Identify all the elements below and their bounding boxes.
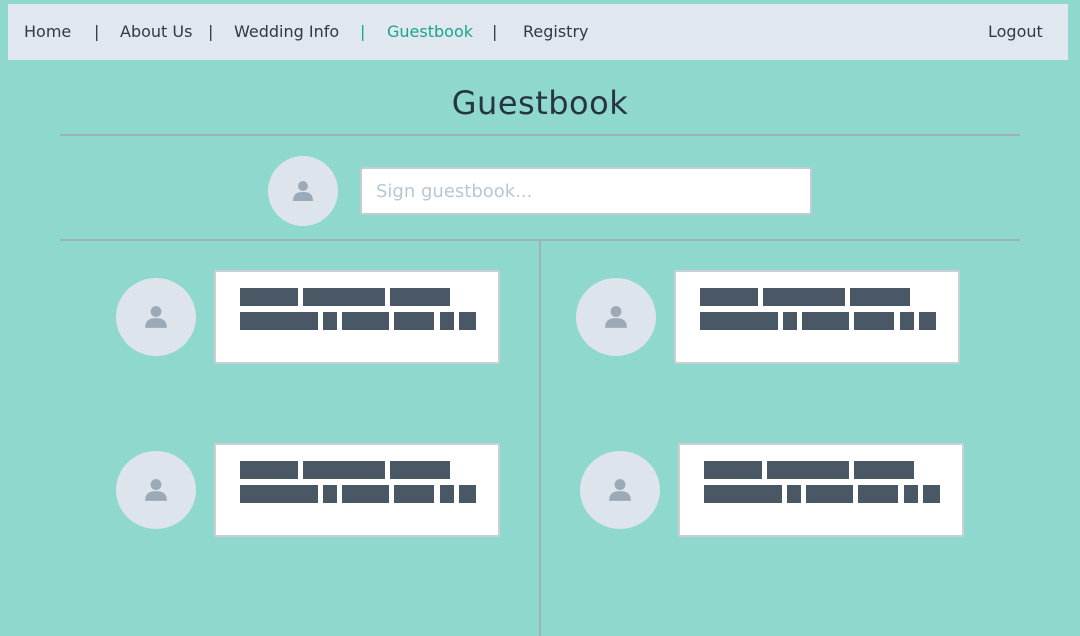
sign-guestbook-input[interactable] [360, 167, 812, 215]
guestbook-entry-card [214, 443, 500, 537]
nav-separator: | [208, 22, 214, 41]
guestbook-entry-card [214, 270, 500, 364]
redacted-text [704, 485, 782, 503]
redacted-text [303, 288, 385, 306]
user-icon [293, 181, 313, 201]
user-icon [145, 479, 167, 501]
redacted-text [240, 312, 318, 330]
redacted-text [854, 312, 894, 330]
redacted-text [390, 288, 450, 306]
redacted-text [787, 485, 801, 503]
redacted-text [240, 288, 298, 306]
redacted-text [342, 485, 389, 503]
redacted-text [767, 461, 849, 479]
nav-separator: | [94, 22, 100, 41]
redacted-text [802, 312, 849, 330]
logout-link[interactable]: Logout [988, 22, 1043, 41]
column-divider [539, 241, 541, 636]
redacted-text [440, 485, 454, 503]
entry-avatar [116, 451, 196, 529]
redacted-text [900, 312, 914, 330]
nav-guestbook[interactable]: Guestbook [387, 22, 473, 41]
nav-wedding-info[interactable]: Wedding Info [234, 22, 339, 41]
redacted-text [240, 461, 298, 479]
nav-separator: | [360, 22, 366, 41]
redacted-text [323, 312, 337, 330]
redacted-text [240, 485, 318, 503]
redacted-text [323, 485, 337, 503]
redacted-text [390, 461, 450, 479]
user-icon [145, 306, 167, 328]
nav-home[interactable]: Home [24, 22, 71, 41]
redacted-text [806, 485, 853, 503]
redacted-text [342, 312, 389, 330]
redacted-text [919, 312, 936, 330]
entry-avatar [576, 278, 656, 356]
redacted-text [700, 312, 778, 330]
redacted-text [459, 485, 476, 503]
redacted-text [394, 485, 434, 503]
redacted-text [394, 312, 434, 330]
title-divider [60, 134, 1020, 136]
redacted-text [858, 485, 898, 503]
redacted-text [704, 461, 762, 479]
redacted-text [923, 485, 940, 503]
page-title: Guestbook [451, 84, 629, 122]
guestbook-entry-card [674, 270, 960, 364]
redacted-text [459, 312, 476, 330]
user-icon [609, 479, 631, 501]
entry-avatar [116, 278, 196, 356]
user-icon [605, 306, 627, 328]
redacted-text [440, 312, 454, 330]
current-user-avatar [268, 156, 338, 226]
redacted-text [303, 461, 385, 479]
redacted-text [854, 461, 914, 479]
redacted-text [763, 288, 845, 306]
redacted-text [700, 288, 758, 306]
nav-about-us[interactable]: About Us [120, 22, 192, 41]
nav-separator: | [492, 22, 498, 41]
redacted-text [850, 288, 910, 306]
redacted-text [904, 485, 918, 503]
redacted-text [783, 312, 797, 330]
entry-avatar [580, 451, 660, 529]
top-nav: Home | About Us | Wedding Info | Guestbo… [8, 4, 1068, 60]
nav-registry[interactable]: Registry [523, 22, 589, 41]
guestbook-entry-card [678, 443, 964, 537]
